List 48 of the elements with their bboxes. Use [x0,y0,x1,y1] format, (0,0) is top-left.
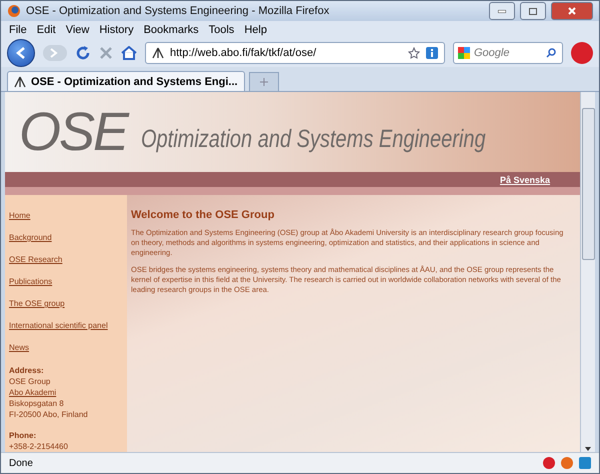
tripod-icon [14,76,26,88]
nav-link[interactable]: OSE Research [9,255,127,264]
address-field[interactable]: http://web.abo.fi/fak/tkf/at/ose/ [145,42,445,64]
address-label: Address: [9,365,45,376]
nav-link[interactable]: International scientific panel [9,321,127,330]
tripod-icon [152,47,164,59]
page-heading: Welcome to the OSE Group [131,209,276,221]
menu-item[interactable]: Edit [36,24,56,36]
window-title: OSE - Optimization and Systems Engineering - Mozilla Firefox [26,5,330,17]
maximize-icon [529,8,537,14]
menu-item[interactable]: Help [244,24,267,36]
search-icon[interactable] [546,48,556,58]
info-icon[interactable] [426,47,438,59]
back-button[interactable] [7,39,35,67]
menu-item[interactable]: Tools [208,24,234,36]
phone-label: Phone: [9,430,38,441]
nav-link[interactable]: News [9,343,127,352]
menu-item[interactable]: History [99,24,134,36]
reload-icon[interactable] [75,45,91,61]
scrollbar[interactable] [580,92,595,452]
minimize-button[interactable] [489,2,515,20]
menu-item[interactable]: View [66,24,90,36]
site-logo: OSE [19,101,128,163]
home-icon[interactable] [121,46,137,60]
address-line: OSE Group [9,376,52,387]
plus-icon [260,78,268,86]
maximize-button[interactable] [520,2,546,20]
nav-link[interactable]: Publications [9,277,127,286]
close-button[interactable] [551,2,593,20]
menu-item[interactable]: Bookmarks [144,24,199,36]
nav-link[interactable]: Home [9,211,127,220]
close-icon [568,7,576,15]
search-field[interactable]: Google [453,42,563,64]
address-line: FI-20500 Abo, Finland [9,409,89,420]
minimize-icon [498,10,506,12]
address-line: Biskopsgatan 8 [9,398,65,409]
status-text: Done [9,458,34,468]
star-icon[interactable] [408,47,420,59]
browser-tab[interactable]: OSE - Optimization and Systems Engi... [7,71,245,91]
site-subtitle: Optimization and Systems Engineering [141,124,486,154]
phone-number: +358-2-2154460 [9,441,69,452]
scroll-down-arrow-icon[interactable] [584,446,592,452]
nav-link[interactable]: The OSE group [9,299,127,308]
university-link[interactable]: Abo Akademi [9,387,127,398]
search-input[interactable]: Google [474,47,542,59]
language-link[interactable]: På Svenska [500,174,550,184]
nav-link[interactable]: Background [9,233,127,242]
menu-item[interactable]: File [9,24,27,36]
